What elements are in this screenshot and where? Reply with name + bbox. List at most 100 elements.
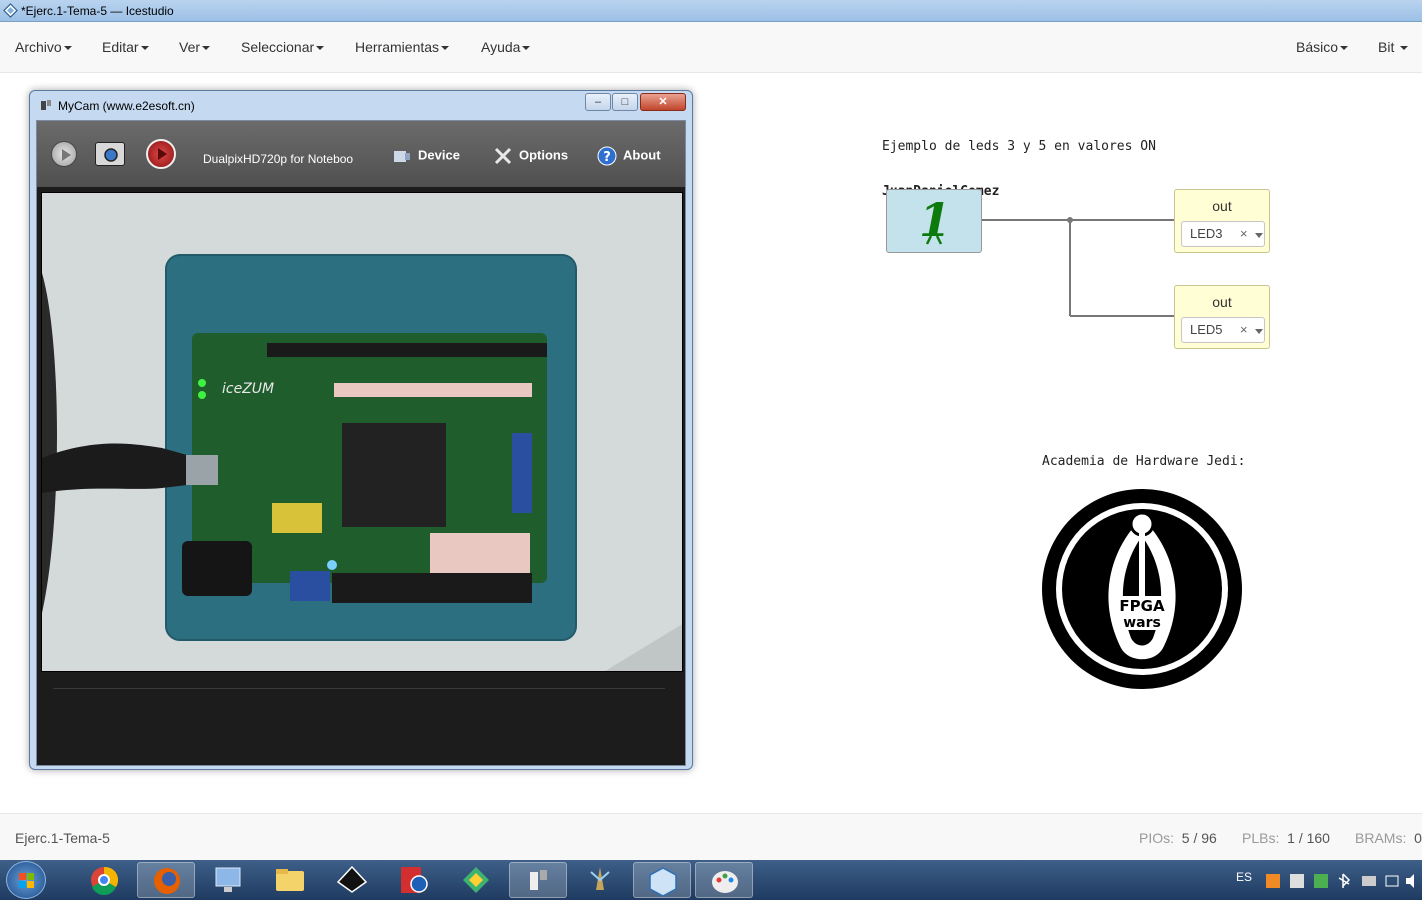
menu-archivo-label: Archivo <box>15 39 62 55</box>
chevron-down-icon[interactable] <box>1255 233 1263 238</box>
output-label: out <box>1212 198 1232 214</box>
tray-shield-icon[interactable] <box>1314 874 1328 888</box>
tools-icon <box>494 147 512 165</box>
minimize-button[interactable]: – <box>585 93 611 111</box>
gitkraken-icon <box>463 867 489 893</box>
svg-text:?: ? <box>603 150 611 165</box>
mycam-title: MyCam (www.e2esoft.cn) <box>58 99 195 113</box>
mycam-window[interactable]: MyCam (www.e2esoft.cn) – □ ✕ DualpixHD72… <box>29 90 693 770</box>
menu-ver[interactable]: Ver <box>179 39 211 55</box>
device-name: DualpixHD720p for Noteboo <box>203 152 354 166</box>
window-titlebar: *Ejerc.1-Tema-5 — Icestudio <box>0 0 1422 22</box>
constant-one-icon: 1 <box>919 193 951 247</box>
comment-block[interactable]: Ejemplo de leds 3 y 5 en valores ON Juan… <box>882 109 1156 229</box>
icestudio-app-icon <box>3 3 18 18</box>
inkscape-icon <box>336 865 368 893</box>
chevron-down-icon[interactable] <box>1255 329 1263 334</box>
clear-icon[interactable]: × <box>1240 226 1248 241</box>
output-block-led3[interactable]: out LED3 × <box>1174 189 1270 253</box>
menu-herramientas-label: Herramientas <box>355 39 440 55</box>
taskbar-icestudio[interactable] <box>571 862 629 898</box>
logo-text-top: FPGA <box>1119 597 1165 615</box>
caret-down-icon <box>63 46 72 51</box>
device-button[interactable]: Device <box>392 146 460 166</box>
status-pios-value: 5 / 96 <box>1181 830 1217 846</box>
wire-junction <box>1067 217 1073 223</box>
maximize-button[interactable]: □ <box>612 93 638 111</box>
taskbar-settings-app[interactable] <box>385 862 443 898</box>
tray-app-icon[interactable] <box>1266 874 1280 888</box>
status-plbs-value: 1 / 160 <box>1287 830 1330 846</box>
mycam-body: DualpixHD720p for Noteboo Device Options… <box>36 120 686 766</box>
status-brams-label: BRAMs: <box>1355 830 1407 846</box>
statusbar: Ejerc.1-Tema-5 PIOs: 5 / 96 PLBs: 1 / 16… <box>0 813 1422 860</box>
pin-select-led3[interactable]: LED3 × <box>1181 221 1265 247</box>
menu-seleccionar[interactable]: Seleccionar <box>241 39 325 55</box>
camera-icon <box>104 148 118 162</box>
folder-icon <box>276 869 304 891</box>
caret-down-icon <box>202 46 211 51</box>
clear-icon[interactable]: × <box>1240 322 1248 337</box>
caret-down-icon <box>1400 46 1409 51</box>
tray-language[interactable]: ES <box>1236 870 1252 884</box>
caret-down-icon <box>140 46 149 51</box>
chrome-icon <box>91 866 119 895</box>
academy-label: Academia de Hardware Jedi: <box>1042 454 1246 469</box>
tray-app-icon[interactable] <box>1290 874 1304 888</box>
taskbar-paint[interactable] <box>695 862 753 898</box>
status-plbs: PLBs: 1 / 160 <box>1242 830 1330 846</box>
comment-author-text: JuanDanielGomez <box>882 184 1000 199</box>
comment-line-1: Ejemplo de leds 3 y 5 en valores ON <box>882 139 1156 154</box>
play-button[interactable] <box>51 141 77 167</box>
help-icon: ? <box>597 146 617 166</box>
tray-device-icon[interactable] <box>1362 876 1376 886</box>
menu-herramientas[interactable]: Herramientas <box>355 39 450 55</box>
network-status-icon[interactable] <box>1385 875 1399 887</box>
icestudio-icon <box>590 867 610 890</box>
menu-editar[interactable]: Editar <box>102 39 149 55</box>
output-block-led5[interactable]: out LED5 × <box>1174 285 1270 349</box>
mycam-app-icon <box>41 100 51 110</box>
start-button[interactable] <box>6 861 46 899</box>
menu-ayuda-label: Ayuda <box>481 39 521 55</box>
menu-basico[interactable]: Básico <box>1296 39 1349 55</box>
caret-down-icon <box>1340 46 1349 51</box>
status-pios: PIOs: 5 / 96 <box>1139 830 1217 846</box>
firefox-icon <box>154 868 180 894</box>
options-button[interactable]: Options <box>493 146 568 166</box>
bluetooth-icon[interactable] <box>1338 873 1351 888</box>
camera-frame-image: iceZUM <box>42 193 682 671</box>
window-title: *Ejerc.1-Tema-5 — Icestudio <box>21 4 174 18</box>
taskbar-network[interactable] <box>199 862 257 898</box>
mycam-divider <box>53 688 665 689</box>
taskbar-inkscape[interactable] <box>323 862 381 898</box>
pin-select-led5[interactable]: LED5 × <box>1181 317 1265 343</box>
close-icon: ✕ <box>658 96 668 108</box>
output-label: out <box>1212 294 1232 310</box>
volume-icon[interactable] <box>1406 874 1414 888</box>
record-button[interactable] <box>146 139 176 169</box>
menu-ayuda[interactable]: Ayuda <box>481 39 531 55</box>
taskbar-firefox[interactable] <box>137 862 195 898</box>
taskbar-mycam[interactable] <box>509 862 567 898</box>
close-button[interactable]: ✕ <box>640 93 686 111</box>
windows-logo-icon <box>19 873 34 888</box>
taskbar-folder[interactable] <box>261 862 319 898</box>
settings-app-icon <box>401 867 428 893</box>
menu-archivo[interactable]: Archivo <box>15 39 72 55</box>
taskbar-chrome[interactable] <box>75 862 133 898</box>
snapshot-button[interactable] <box>95 142 125 166</box>
board-label: iceZUM <box>222 381 274 397</box>
mycam-toolbar: DualpixHD720p for Noteboo Device Options… <box>37 121 685 187</box>
menu-bit[interactable]: Bit <box>1378 39 1409 55</box>
about-button[interactable]: ? About <box>597 146 661 166</box>
menu-seleccionar-label: Seleccionar <box>241 39 315 55</box>
taskbar-virtualbox[interactable] <box>633 862 691 898</box>
taskbar-gitkraken[interactable] <box>447 862 505 898</box>
menu-ver-label: Ver <box>179 39 201 55</box>
status-plbs-label: PLBs: <box>1242 830 1280 846</box>
record-icon <box>158 148 167 160</box>
maximize-icon: □ <box>621 96 629 108</box>
menu-basico-label: Básico <box>1296 39 1339 55</box>
constant-block[interactable]: 1 <box>886 189 982 253</box>
